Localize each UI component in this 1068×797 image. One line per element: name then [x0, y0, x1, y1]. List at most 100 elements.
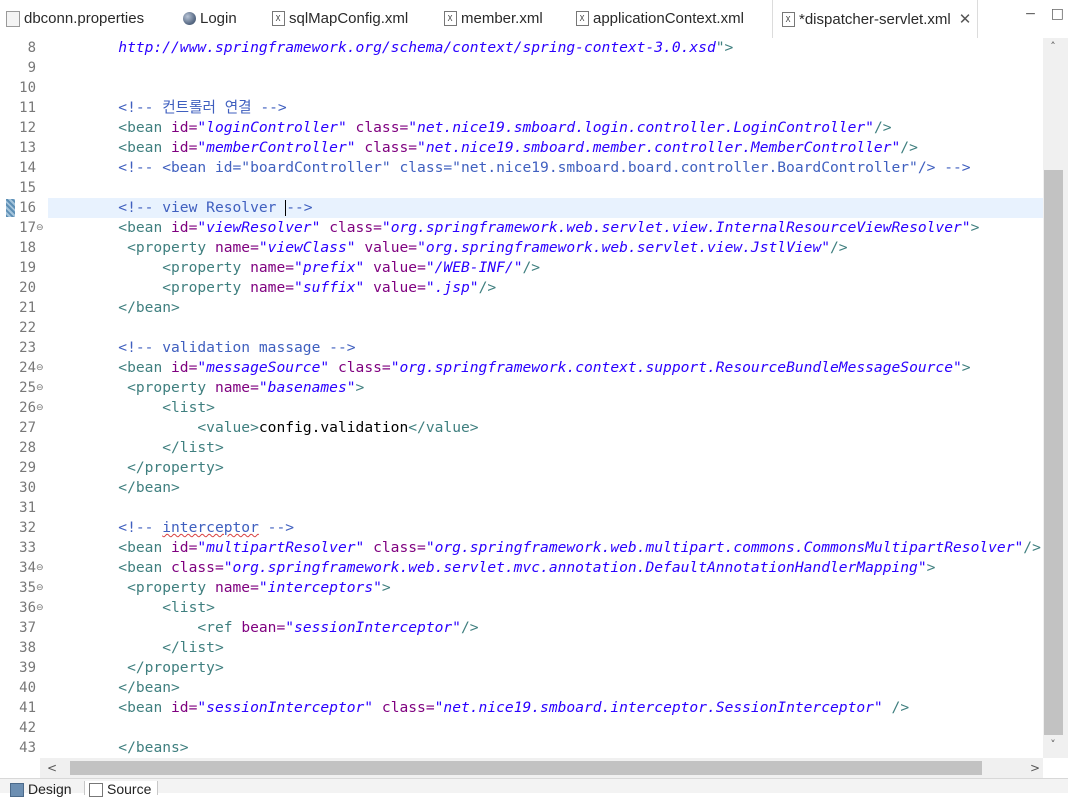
line-number: 12: [19, 120, 36, 136]
source-editor[interactable]: 8 9 10 11 12 13 14 15 16 17 ⊖ 18 19 20 21 22 23 24 ⊖ 25 ⊖ 26 ⊖…: [0, 38, 1043, 758]
code-line[interactable]: </property>: [48, 658, 224, 678]
code-line[interactable]: <property name="viewClass" value="org.sp…: [48, 238, 848, 258]
maximize-icon[interactable]: □: [1051, 6, 1064, 22]
code-line[interactable]: </property>: [48, 458, 224, 478]
code-token: class=: [373, 539, 426, 556]
tab-applicationcontext-xml[interactable]: X applicationContext.xml: [575, 0, 744, 37]
code-line[interactable]: http://www.springframework.org/schema/co…: [48, 38, 733, 58]
tab-source[interactable]: Source: [84, 781, 159, 797]
tab-label: member.xml: [461, 10, 543, 27]
xml-file-icon: X: [781, 11, 795, 27]
tab-login[interactable]: Login: [182, 0, 237, 37]
code-line[interactable]: <bean id="multipartResolver" class="org.…: [48, 538, 1041, 558]
code-line[interactable]: <!-- interceptor -->: [48, 518, 294, 538]
line-number: 31: [19, 500, 36, 516]
fold-toggle-icon[interactable]: ⊖: [36, 558, 44, 578]
fold-toggle-icon[interactable]: ⊖: [36, 358, 44, 378]
design-view-icon: [10, 783, 24, 797]
line-number: 33: [19, 540, 36, 556]
fold-toggle-icon[interactable]: ⊖: [36, 218, 44, 238]
code-line[interactable]: <list>: [48, 598, 215, 618]
code-line[interactable]: <ref bean="sessionInterceptor"/>: [48, 618, 478, 638]
scroll-right-icon[interactable]: >: [1027, 758, 1043, 778]
code-line[interactable]: <bean class="org.springframework.web.ser…: [48, 558, 935, 578]
code-line[interactable]: <bean id="viewResolver" class="org.sprin…: [48, 218, 979, 238]
code-line[interactable]: </bean>: [48, 678, 180, 698]
vertical-scroll-thumb[interactable]: [1044, 170, 1063, 735]
code-line[interactable]: <property name="suffix" value=".jsp"/>: [48, 278, 496, 298]
vertical-scrollbar[interactable]: ˄ ˅: [1043, 38, 1068, 758]
code-line[interactable]: <!-- view Resolver -->: [48, 198, 313, 218]
code-token: />: [522, 259, 541, 276]
code-line[interactable]: <property name="prefix" value="/WEB-INF/…: [48, 258, 540, 278]
horizontal-scroll-thumb[interactable]: [70, 761, 982, 775]
tab-label: Source: [107, 781, 152, 797]
fold-toggle-icon[interactable]: ⊖: [36, 598, 44, 618]
code-token: />: [900, 139, 918, 156]
code-line[interactable]: </list>: [48, 438, 224, 458]
line-number: 16: [19, 200, 36, 216]
line-number: 15: [19, 180, 36, 196]
code-token: "org.springframework.web.multipart.commo…: [425, 539, 1024, 556]
code-token: ">: [715, 39, 734, 56]
fold-toggle-icon[interactable]: ⊖: [36, 578, 44, 598]
tab-dbconn-properties[interactable]: dbconn.properties: [6, 0, 144, 37]
horizontal-scrollbar[interactable]: < >: [40, 758, 1043, 778]
scroll-left-icon[interactable]: <: [44, 758, 60, 778]
code-line[interactable]: </list>: [48, 638, 224, 658]
code-line[interactable]: <value>config.validation</value>: [48, 418, 478, 438]
code-token: "prefix": [294, 259, 365, 276]
line-number: 34: [19, 560, 36, 576]
code-token: >: [970, 219, 980, 236]
fold-toggle-icon[interactable]: ⊖: [36, 378, 44, 398]
code-token: <property: [127, 239, 215, 256]
line-number-gutter: 8 9 10 11 12 13 14 15 16 17 ⊖ 18 19 20 21 22 23 24 ⊖ 25 ⊖ 26 ⊖…: [0, 38, 48, 758]
code-line[interactable]: <bean id="loginController" class="net.ni…: [48, 118, 891, 138]
tab-sqlmapconfig-xml[interactable]: X sqlMapConfig.xml: [271, 0, 408, 37]
scroll-up-icon[interactable]: ˄: [1043, 38, 1063, 56]
code-token: <!-- view Resolver: [118, 199, 286, 216]
scroll-down-icon[interactable]: ˅: [1043, 736, 1063, 754]
code-line[interactable]: <list>: [48, 398, 215, 418]
code-token: <ref: [197, 619, 242, 636]
code-line[interactable]: <!-- <bean id="boardController" class="n…: [48, 158, 970, 178]
xml-file-icon: X: [271, 11, 285, 27]
code-line[interactable]: <bean id="memberController" class="net.n…: [48, 138, 918, 158]
code-token: </beans>: [118, 739, 189, 756]
minimize-icon[interactable]: −: [1025, 6, 1037, 22]
code-token: id=: [171, 139, 198, 156]
code-line[interactable]: <property name="basenames">: [48, 378, 364, 398]
line-number: 22: [19, 320, 36, 336]
code-line[interactable]: <!-- validation massage -->: [48, 338, 355, 358]
editor-bottom-tabs: Design Source: [0, 778, 1068, 797]
code-line[interactable]: </beans>: [48, 738, 189, 758]
tab-design[interactable]: Design: [10, 781, 72, 797]
code-line[interactable]: </bean>: [48, 298, 180, 318]
code-token: <list>: [162, 399, 215, 416]
line-number: 9: [27, 60, 36, 76]
tab-dispatcher-servlet-xml[interactable]: X *dispatcher-servlet.xml ✕: [772, 0, 979, 38]
code-line[interactable]: </bean>: [48, 478, 180, 498]
code-token: </bean>: [118, 679, 180, 696]
code-token: "multipartResolver": [197, 539, 365, 556]
code-token: "messageSource": [197, 359, 330, 376]
code-line[interactable]: <property name="interceptors">: [48, 578, 391, 598]
tab-member-xml[interactable]: X member.xml: [443, 0, 543, 37]
code-line[interactable]: <bean id="sessionInterceptor" class="net…: [48, 698, 909, 718]
line-number: 10: [19, 80, 36, 96]
code-line[interactable]: <!-- 컨트롤러 연결 -->: [48, 98, 286, 118]
close-icon[interactable]: ✕: [959, 10, 972, 28]
code-line[interactable]: <bean id="messageSource" class="org.spri…: [48, 358, 970, 378]
fold-toggle-icon[interactable]: ⊖: [36, 398, 44, 418]
code-token: >: [381, 579, 391, 596]
